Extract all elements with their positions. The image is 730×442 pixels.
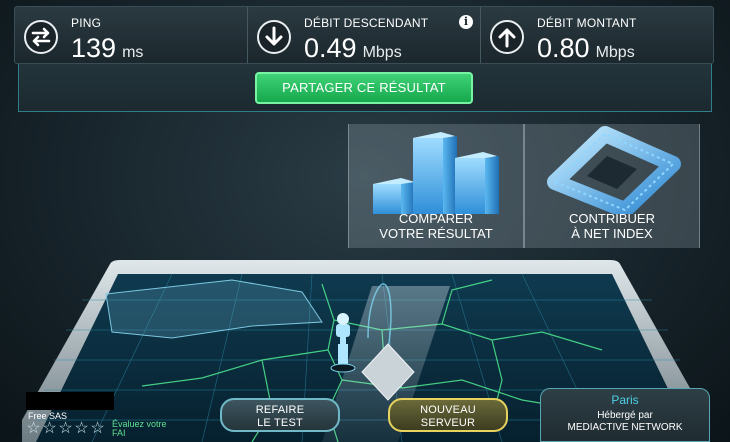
new-server-line2: SERVEUR [420, 417, 476, 429]
retest-button[interactable]: REFAIRE LE TEST [220, 398, 340, 432]
upload-unit: Mbps [595, 44, 635, 61]
share-bar: PARTAGER CE RÉSULTAT [18, 64, 712, 112]
net-index-logo-icon [547, 126, 681, 214]
compare-label: COMPARER VOTRE RÉSULTAT [349, 211, 523, 241]
ping-label: PING [71, 16, 102, 30]
speedtest-app: PING 139 ms DÉBIT DESCENDANT 0.49 Mbps i D… [0, 0, 730, 442]
new-server-line1: NOUVEAU [420, 404, 476, 416]
share-result-button[interactable]: PARTAGER CE RÉSULTAT [255, 72, 473, 104]
upload-label: DÉBIT MONTANT [537, 16, 637, 30]
ping-value-row: 139 ms [71, 33, 143, 64]
isp-panel: Free SAS ☆ ☆ ☆ ☆ ☆ Évaluez votre FAI [26, 392, 216, 442]
download-value-row: 0.49 Mbps [304, 33, 402, 64]
server-host-line2: MEDIACTIVE NETWORK [567, 422, 683, 433]
star-icon[interactable]: ☆ [90, 421, 105, 437]
new-server-button[interactable]: NOUVEAU SERVEUR [388, 398, 508, 432]
contribute-label-line2: À NET INDEX [571, 226, 653, 241]
contribute-panel[interactable]: CONTRIBUER À NET INDEX [524, 124, 700, 248]
download-metric: DÉBIT DESCENDANT 0.49 Mbps i [248, 7, 481, 63]
server-host: Hébergé par MEDIACTIVE NETWORK [541, 410, 709, 434]
redacted-block [26, 392, 114, 410]
bar-chart-icon [373, 132, 499, 214]
swap-arrows-icon [24, 20, 58, 54]
star-icon[interactable]: ☆ [74, 421, 89, 437]
star-icon[interactable]: ☆ [26, 421, 41, 437]
download-value: 0.49 [304, 33, 357, 63]
compare-label-line2: VOTRE RÉSULTAT [379, 226, 493, 241]
retest-line2: LE TEST [257, 417, 303, 429]
arrow-down-icon [257, 20, 291, 54]
rate-isp-link[interactable]: Évaluez votre FAI [112, 420, 192, 438]
star-icon[interactable]: ☆ [42, 421, 57, 437]
contribute-label: CONTRIBUER À NET INDEX [525, 211, 699, 241]
rate-isp-line2: FAI [112, 428, 126, 438]
server-host-line1: Hébergé par [597, 410, 653, 421]
upload-value-row: 0.80 Mbps [537, 33, 635, 64]
server-info: Paris Hébergé par MEDIACTIVE NETWORK [540, 388, 710, 442]
upload-metric: DÉBIT MONTANT 0.80 Mbps [481, 7, 713, 63]
contribute-label-line1: CONTRIBUER [569, 211, 655, 226]
ping-metric: PING 139 ms [15, 7, 248, 63]
star-icon[interactable]: ☆ [58, 421, 73, 437]
compare-panel[interactable]: COMPARER VOTRE RÉSULTAT [348, 124, 524, 248]
ping-unit: ms [122, 44, 144, 61]
isp-rating-stars[interactable]: ☆ ☆ ☆ ☆ ☆ [26, 421, 105, 437]
server-city: Paris [611, 393, 639, 407]
retest-line1: REFAIRE [255, 404, 305, 416]
compare-label-line1: COMPARER [398, 211, 474, 226]
info-icon[interactable]: i [459, 15, 473, 29]
results-bar: PING 139 ms DÉBIT DESCENDANT 0.49 Mbps i D… [14, 6, 714, 64]
ping-value: 139 [71, 33, 117, 63]
upload-value: 0.80 [537, 33, 590, 63]
download-label: DÉBIT DESCENDANT [304, 16, 429, 30]
download-unit: Mbps [362, 44, 402, 61]
arrow-up-icon [490, 20, 524, 54]
